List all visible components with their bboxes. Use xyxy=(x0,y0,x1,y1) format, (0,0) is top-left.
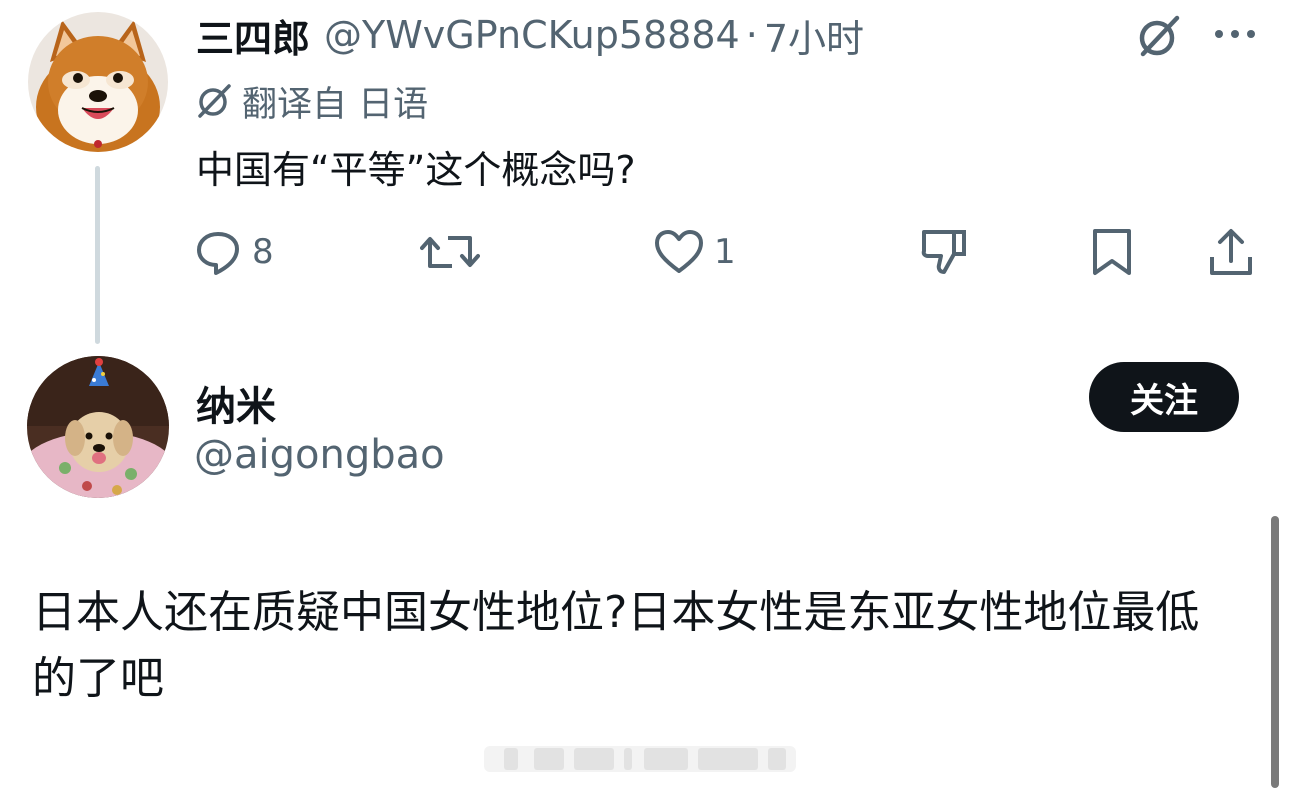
reply-author-avatar[interactable] xyxy=(27,356,169,498)
tweet-timestamp[interactable]: 7小时 xyxy=(764,8,864,63)
grok-button[interactable] xyxy=(1132,10,1186,62)
more-icon xyxy=(1215,30,1255,38)
tweet-action-bar: 8 1 xyxy=(0,222,1290,282)
dislike-button[interactable] xyxy=(918,222,970,282)
more-options-button[interactable] xyxy=(1210,14,1260,54)
reply-tweet-text: 日本人还在质疑中国女性地位?日本女性是东亚女性地位最低的了吧 xyxy=(32,587,1200,704)
translation-notice[interactable]: 翻译自 日语 xyxy=(194,76,428,126)
watermark xyxy=(484,746,796,772)
dislike-icon xyxy=(921,230,966,274)
like-icon xyxy=(655,230,703,273)
bookmark-button[interactable] xyxy=(1090,222,1134,282)
bookmark-icon xyxy=(1093,229,1131,275)
translation-label: 翻译自 日语 xyxy=(242,84,429,125)
follow-button[interactable]: 关注 xyxy=(1089,362,1239,432)
retweet-icon xyxy=(420,236,480,268)
original-tweet-text: 中国有“平等”这个概念吗? xyxy=(196,148,636,192)
reply-button[interactable]: 8 xyxy=(194,222,274,282)
reply-author-name[interactable]: 纳米 xyxy=(196,374,276,432)
original-author-avatar[interactable] xyxy=(28,12,168,152)
header-separator: · xyxy=(745,13,758,57)
grok-icon xyxy=(1139,15,1180,57)
reply-author-handle[interactable]: @aigongbao xyxy=(194,432,445,478)
translate-icon xyxy=(198,84,231,118)
original-author-name[interactable]: 三四郎 xyxy=(196,8,310,63)
tweet-thread: 三四郎 @YWvGPnCKup58884 · 7小时 翻译自 日语 中国有“平等… xyxy=(0,0,1290,788)
reply-icon xyxy=(197,232,239,275)
retweet-button[interactable] xyxy=(420,222,480,282)
reply-count: 8 xyxy=(252,232,274,272)
share-icon xyxy=(1210,229,1252,275)
share-button[interactable] xyxy=(1208,222,1254,282)
scrollbar[interactable] xyxy=(1271,516,1279,788)
original-author-handle[interactable]: @YWvGPnCKup58884 xyxy=(324,13,740,57)
original-tweet-header: 三四郎 @YWvGPnCKup58884 · 7小时 xyxy=(196,8,864,62)
like-count: 1 xyxy=(714,232,736,272)
like-button[interactable]: 1 xyxy=(654,222,736,282)
